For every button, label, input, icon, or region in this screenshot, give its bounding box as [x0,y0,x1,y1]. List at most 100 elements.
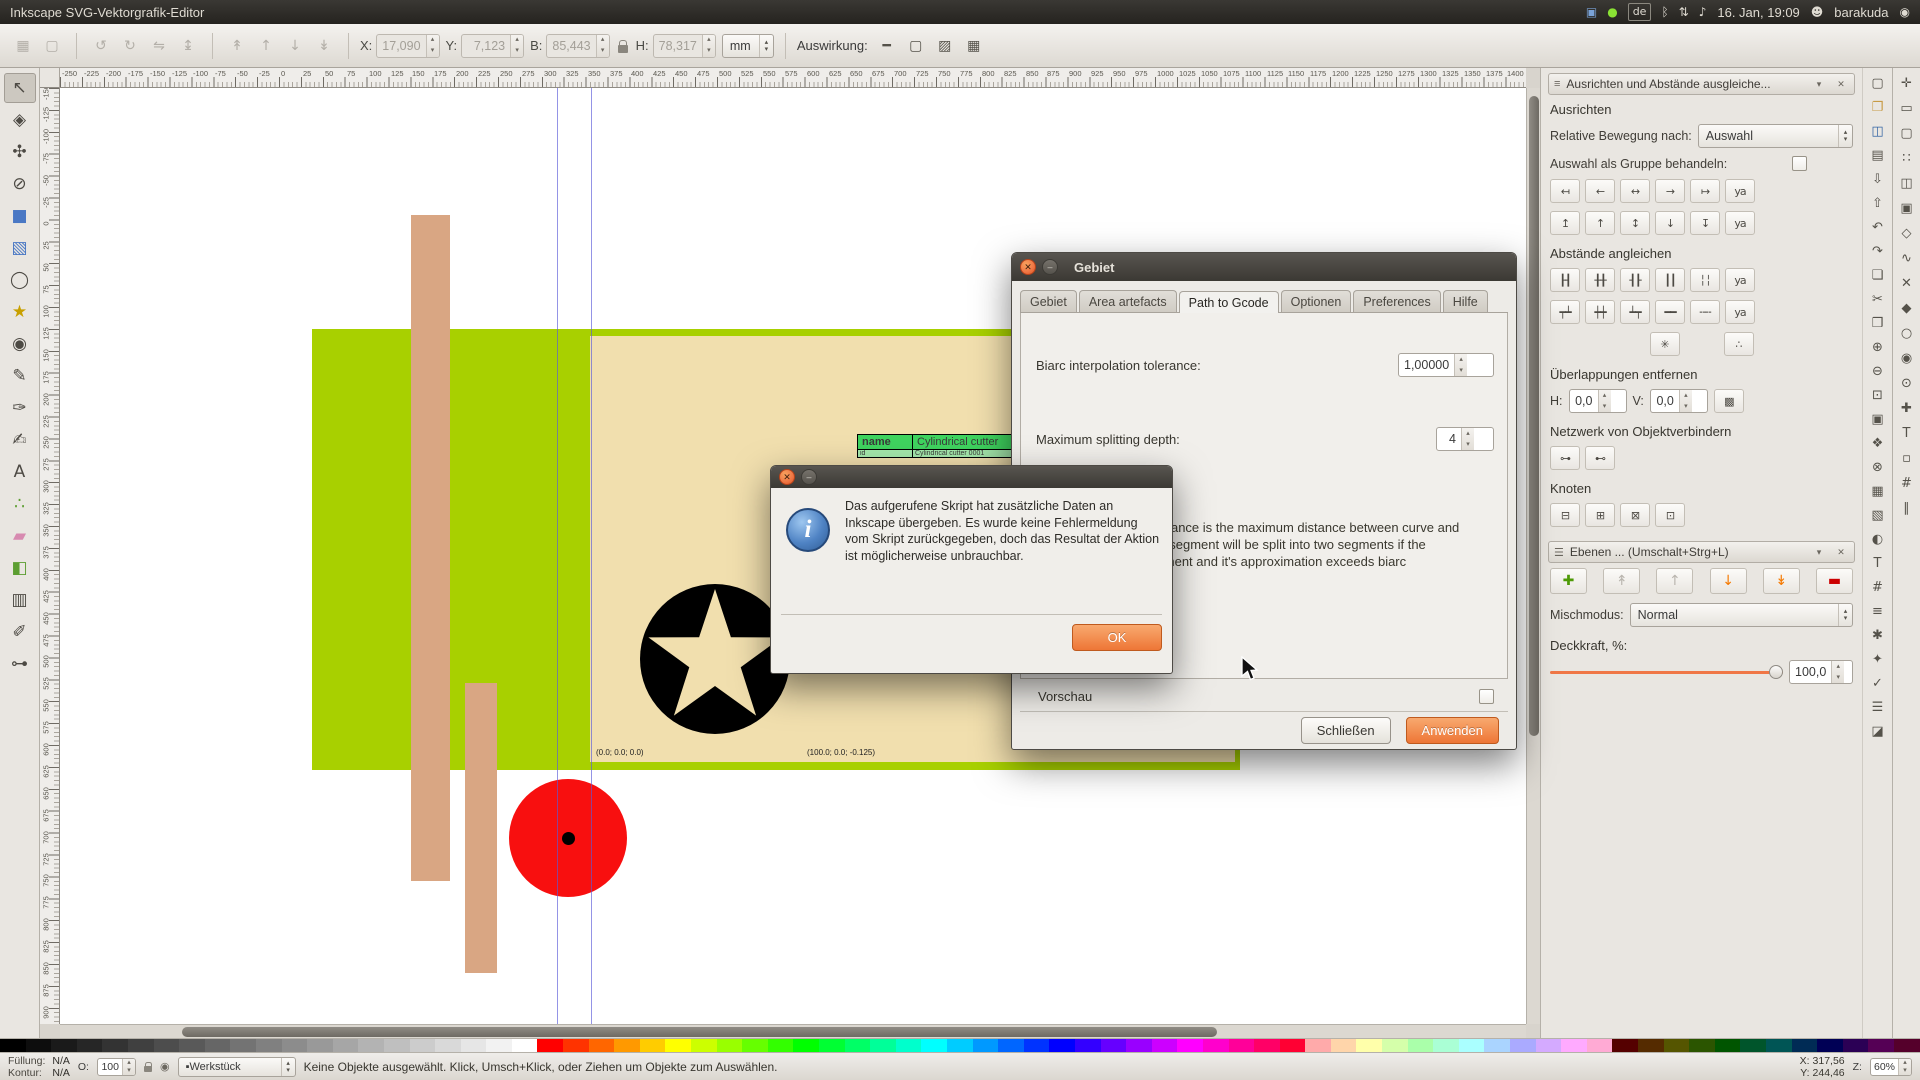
align-left-edges[interactable]: ← [1585,179,1615,203]
blend-mode-combo[interactable]: Normal▴▾ [1630,603,1853,627]
palette-swatch[interactable] [1280,1039,1306,1052]
indicator-status-icon[interactable]: ● [1607,4,1617,20]
raise-layer-button[interactable]: ↑ [1656,568,1693,594]
align-text-anchors-vertical[interactable]: ya [1725,211,1755,235]
palette-swatch[interactable] [1433,1039,1459,1052]
slider-handle[interactable] [1769,665,1783,679]
overlap-v-input[interactable]: 0,0▴▾ [1650,389,1708,413]
distribute-centers-vertically[interactable]: ┿┿ [1585,300,1615,324]
panel-close-button[interactable]: ✕ [1833,545,1849,559]
unlink-clone[interactable]: ⊗ [1866,456,1890,478]
remove-overlaps-button[interactable]: ▩ [1714,389,1744,413]
palette-swatch[interactable] [435,1039,461,1052]
raise-layer-to-top-button[interactable]: ↟ [1603,568,1640,594]
relative-move-combo[interactable]: Auswahl▴▾ [1698,124,1853,148]
palette-swatch[interactable] [461,1039,487,1052]
bluetooth-icon[interactable]: ᛒ [1661,4,1668,20]
deselect-button[interactable]: ▢ [39,33,65,59]
palette-swatch[interactable] [1356,1039,1382,1052]
palette-swatch[interactable] [384,1039,410,1052]
palette-swatch[interactable] [921,1039,947,1052]
snap-bbox-edge-midpoints[interactable]: ◫ [1895,172,1919,194]
network-icon[interactable]: ⇅ [1679,4,1689,20]
palette-swatch[interactable] [333,1039,359,1052]
indicator-app-icon[interactable]: ▣ [1586,4,1597,20]
fill-value[interactable]: N/A [52,1055,70,1067]
distribute-equal-vertical-gaps[interactable]: ╌╌ [1690,300,1720,324]
zoom-tool[interactable]: ⊘ [4,169,36,199]
palette-swatch[interactable] [179,1039,205,1052]
close-window-button[interactable]: ✕ [1020,259,1036,275]
pencil-tool[interactable]: ✎ [4,361,36,391]
palette-swatch[interactable] [1382,1039,1408,1052]
star-in-circle[interactable] [639,583,791,735]
palette-swatch[interactable] [512,1039,538,1052]
palette-swatch[interactable] [1536,1039,1562,1052]
palette-swatch[interactable] [1894,1039,1920,1052]
new-document[interactable]: ▢ [1866,72,1890,94]
export-png[interactable]: ⇧ [1866,192,1890,214]
snap-grids[interactable]: # [1895,472,1919,494]
palette-swatch[interactable] [973,1039,999,1052]
palette-swatch[interactable] [1587,1039,1613,1052]
opacity-slider[interactable] [1550,663,1783,681]
palette-swatch[interactable] [1715,1039,1741,1052]
preview-checkbox[interactable] [1479,689,1494,704]
distribute-bottom-edges[interactable]: ┷┯ [1620,300,1650,324]
align-right-edge-to-anchor[interactable]: ↦ [1690,179,1720,203]
layer-lock-icon[interactable] [144,1066,152,1072]
text-tool[interactable]: A [4,457,36,487]
center-on-vertical-axis[interactable]: ↔ [1620,179,1650,203]
center-on-horizontal-axis[interactable]: ↕ [1620,211,1650,235]
spray-tool[interactable]: ∴ [4,489,36,519]
group-objects[interactable]: ▦ [1866,480,1890,502]
palette-swatch[interactable] [691,1039,717,1052]
ok-button[interactable]: OK [1072,624,1162,651]
duplicate[interactable]: ▣ [1866,408,1890,430]
distribute-nodes-horizontally[interactable]: ⊠ [1620,503,1650,527]
palette-swatch[interactable] [845,1039,871,1052]
raise-button[interactable]: ↑ [253,33,279,59]
palette-swatch[interactable] [870,1039,896,1052]
palette-swatch[interactable] [1689,1039,1715,1052]
snap-enable[interactable]: ✛ [1895,72,1919,94]
palette-swatch[interactable] [1075,1039,1101,1052]
print-document[interactable]: ▤ [1866,144,1890,166]
align-distribute-dialog[interactable]: ≡ [1866,600,1890,622]
palette-swatch[interactable] [1484,1039,1510,1052]
palette-swatch[interactable] [1510,1039,1536,1052]
move-gradients-toggle[interactable]: ▨ [932,33,958,59]
save-document[interactable]: ◫ [1866,120,1890,142]
undo[interactable]: ↶ [1866,216,1890,238]
palette-swatch[interactable] [1868,1039,1894,1052]
snap-guides[interactable]: ∥ [1895,497,1919,519]
panel-collapse-button[interactable]: ▾ [1811,77,1827,91]
palette-swatch[interactable] [1152,1039,1178,1052]
snap-bbox-corners[interactable]: ∷ [1895,147,1919,169]
vertical-scrollbar[interactable] [1526,88,1540,1024]
create-clone[interactable]: ❖ [1866,432,1890,454]
snap-bbox-edges[interactable]: ▢ [1895,122,1919,144]
guide-line-2[interactable] [591,88,592,1024]
palette-swatch[interactable] [614,1039,640,1052]
box3d-tool[interactable]: ▧ [4,233,36,263]
align-nodes-horizontally[interactable]: ⊟ [1550,503,1580,527]
distribute-vertical-gaps[interactable]: ━━ [1655,300,1685,324]
node-tool[interactable]: ◈ [4,105,36,135]
palette-swatch[interactable] [1101,1039,1127,1052]
snap-smooth-nodes[interactable]: ○ [1895,322,1919,344]
palette-swatch[interactable] [1305,1039,1331,1052]
tan-bar-2[interactable] [465,683,497,973]
tab-area-artefacts[interactable]: Area artefacts [1079,290,1177,312]
gcode-dialog-titlebar[interactable]: ✕ – Gebiet [1012,253,1516,281]
palette-swatch[interactable] [1126,1039,1152,1052]
delete-layer-button[interactable]: ▬ [1816,568,1853,594]
ellipse-tool[interactable]: ◯ [4,265,36,295]
panel-close-button[interactable]: ✕ [1833,77,1849,91]
paint-bucket-tool[interactable]: ◧ [4,553,36,583]
palette-swatch[interactable] [1408,1039,1434,1052]
distribute-equal-horizontal-gaps[interactable]: ╎╎ [1690,268,1720,292]
username[interactable]: barakuda [1834,5,1888,20]
snap-object-centers[interactable]: ⊙ [1895,372,1919,394]
palette-swatch[interactable] [230,1039,256,1052]
